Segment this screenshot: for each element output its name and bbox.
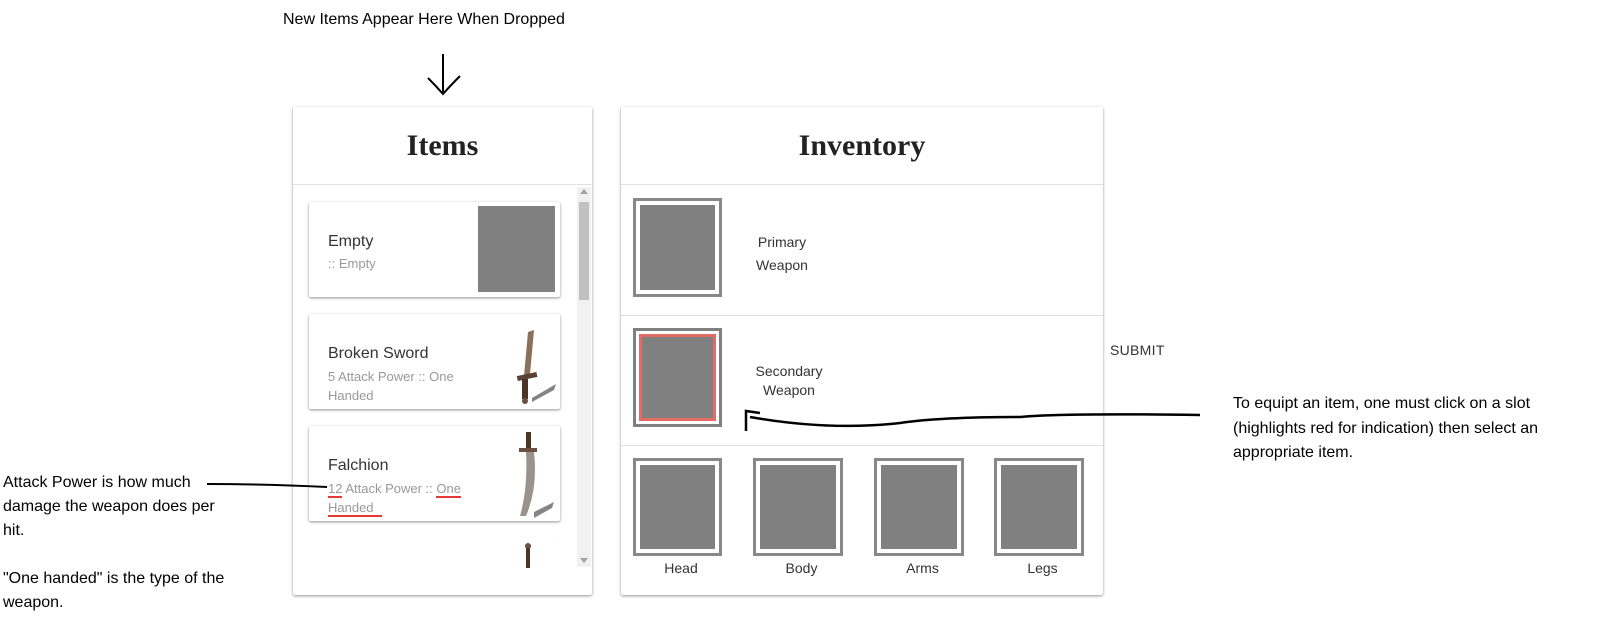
secondary-label-line2: Weapon <box>763 382 815 398</box>
down-arrow-annotation <box>427 54 461 96</box>
falchion-icon <box>519 432 554 518</box>
item-partial-icon <box>525 543 531 568</box>
broken-sword-icon <box>516 330 556 404</box>
item-card-broken-sword[interactable]: Broken Sword 5 Attack Power :: One Hande… <box>309 314 560 409</box>
inventory-divider-top <box>621 184 1103 185</box>
left-annotation-line1: Attack Power is how much <box>3 474 191 491</box>
scroll-thumb[interactable] <box>579 202 589 300</box>
slot-fill <box>1001 465 1077 549</box>
slot-fill <box>640 465 715 549</box>
head-slot[interactable] <box>633 458 722 556</box>
primary-label-line2: Weapon <box>756 257 808 273</box>
item-name: Falchion <box>328 457 389 474</box>
item-stats: :: Empty <box>328 256 376 271</box>
submit-button[interactable]: SUBMIT <box>1110 342 1165 358</box>
primary-weapon-label: Primary Weapon <box>741 231 823 277</box>
items-scrollbar[interactable] <box>577 187 591 567</box>
item-image-placeholder <box>478 206 555 292</box>
left-annotation-line5: weapon. <box>3 594 64 611</box>
item-name: Empty <box>328 233 374 250</box>
attack-power-text: Attack Power :: <box>342 481 437 496</box>
items-divider <box>293 184 592 185</box>
inventory-divider-mid <box>621 315 1103 316</box>
item-name: Broken Sword <box>328 345 429 362</box>
slot-fill <box>881 465 957 549</box>
attack-power-value: 12 <box>328 481 343 498</box>
drop-annotation: New Items Appear Here When Dropped <box>283 11 565 28</box>
left-annotation-line4: "One handed" is the type of the <box>3 570 225 587</box>
arms-slot[interactable] <box>874 458 964 556</box>
left-annotation-line2: damage the weapon does per <box>3 498 215 515</box>
weapon-type-handed: Handed <box>328 500 382 517</box>
scroll-up-icon[interactable] <box>580 189 588 194</box>
secondary-weapon-slot[interactable] <box>633 328 722 427</box>
equip-annotation-line1: To equipt an item, one must click on a s… <box>1233 395 1531 412</box>
body-label: Body <box>785 560 818 576</box>
attack-power-annotation: Attack Power is how much damage the weap… <box>3 471 224 615</box>
equip-annotation: To equipt an item, one must click on a s… <box>1233 392 1538 466</box>
item-stats: 5 Attack Power :: One <box>328 369 454 384</box>
equip-arrow-annotation <box>744 409 1201 431</box>
scroll-down-icon[interactable] <box>580 558 588 563</box>
items-panel: Items Empty :: Empty Broken Sword 5 Atta… <box>293 107 592 595</box>
weapon-type-one: One <box>436 481 461 498</box>
slot-fill <box>640 205 715 290</box>
inventory-title: Inventory <box>798 129 926 162</box>
secondary-label-line1: Secondary <box>755 363 823 379</box>
equip-annotation-line2: (highlights red for indication) then sel… <box>1233 419 1539 437</box>
left-annotation-spacer <box>3 543 224 567</box>
slot-fill-selected <box>639 334 716 421</box>
body-slot[interactable] <box>753 458 843 556</box>
slot-fill <box>760 465 836 549</box>
primary-weapon-slot[interactable] <box>633 198 722 297</box>
item-stats: 12 Attack Power :: One <box>328 479 461 498</box>
inventory-panel: Inventory Primary Weapon Secondary Weapo… <box>621 107 1103 595</box>
equip-annotation-line3: appropriate item. <box>1233 444 1354 461</box>
left-annotation-line3: hit. <box>3 522 25 539</box>
legs-label: Legs <box>1027 560 1058 576</box>
legs-slot[interactable] <box>994 458 1084 556</box>
arms-label: Arms <box>906 560 939 576</box>
primary-label-line1: Primary <box>757 234 807 250</box>
attack-power-pointer-line <box>206 483 328 488</box>
item-card-falchion[interactable]: Falchion 12 Attack Power :: One Handed <box>309 426 560 521</box>
items-title: Items <box>406 129 479 162</box>
head-label: Head <box>664 560 698 576</box>
item-type: Handed <box>328 388 374 403</box>
item-type: Handed <box>328 498 382 517</box>
item-card-empty[interactable]: Empty :: Empty <box>309 202 560 297</box>
item-card-partial[interactable] <box>309 538 560 568</box>
secondary-weapon-label: Secondary Weapon <box>745 362 833 400</box>
inventory-divider-bottom <box>621 445 1103 446</box>
